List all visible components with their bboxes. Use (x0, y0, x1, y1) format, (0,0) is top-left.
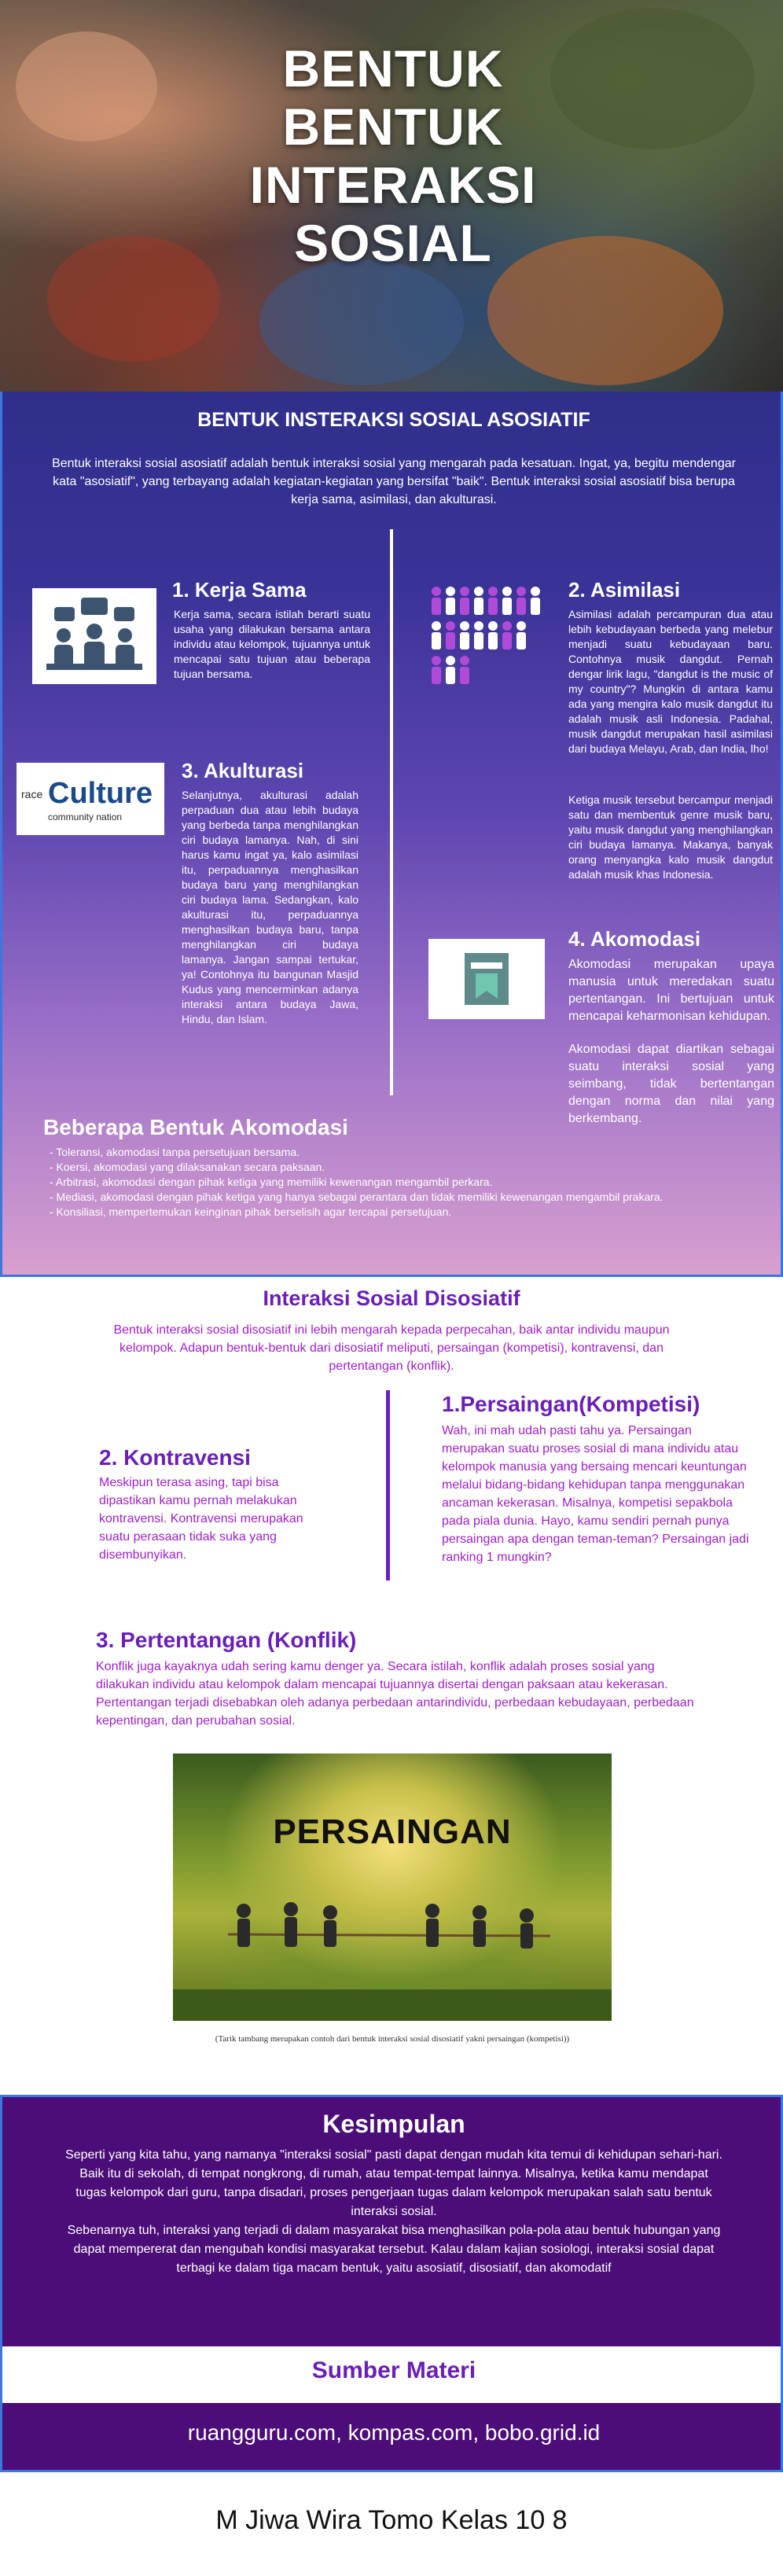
asimilasi-text-2: Ketiga musik tersebut bercampur menjadi … (568, 793, 773, 881)
kesimpulan-paragraph: Sebenarnya tuh, interaksi yang terjadi d… (67, 2224, 721, 2275)
culture-word-cloud: race Culture community nation (17, 763, 164, 835)
hero-title-line: BENTUK (282, 98, 504, 156)
hero-banner: BENTUK BENTUK INTERAKSI SOSIAL (0, 0, 783, 392)
photo-caption: (Tarik tambang merupakan contoh dari ben… (215, 2034, 570, 2044)
akomodasi-text: Akomodasi merupakan upaya manusia untuk … (568, 958, 774, 1023)
section-divider (386, 1390, 390, 1581)
asimilasi-title: 2. Asimilasi (568, 578, 681, 602)
list-item: - Koersi, akomodasi yang dilaksanakan se… (50, 1161, 325, 1173)
word-cloud-main: Culture (48, 777, 153, 810)
disosiatif-intro: Bentuk interaksi sosial disosiatif ini l… (113, 1323, 670, 1373)
akulturasi-title: 3. Akulturasi (182, 759, 304, 782)
akomodasi-title: 4. Akomodasi (568, 927, 701, 951)
kerja-sama-text: Kerja sama, secara istilah berarti suatu… (174, 608, 370, 680)
asosiatif-section: BENTUK INSTERAKSI SOSIAL ASOSIATIF Bentu… (0, 392, 783, 1277)
sumber-list: ruangguru.com, kompas.com, bobo.grid.id (0, 2403, 783, 2472)
persaingan-text: Wah, ini mah udah pasti tahu ya. Persain… (442, 1424, 749, 1564)
sumber-header: Sumber Materi (0, 2346, 783, 2403)
bookmark-icon (428, 939, 545, 1019)
hero-photo-shape (47, 236, 220, 362)
hero-title: BENTUK BENTUK INTERAKSI SOSIAL (220, 39, 566, 272)
sumber-title: Sumber Materi (311, 2357, 476, 2383)
disosiatif-title: Interaksi Sosial Disosiatif (263, 1286, 520, 1310)
list-item: - Mediasi, akomodasi dengan pihak ketiga… (50, 1190, 664, 1203)
hero-title-line: SOSIAL (294, 214, 492, 272)
list-item: - Arbitrasi, akomodasi dengan pihak keti… (50, 1176, 493, 1188)
akomodasi-image (428, 939, 545, 1019)
list-item: - Konsiliasi, mempertemukan keinginan pi… (50, 1205, 452, 1218)
author-credit: M Jiwa Wira Tomo Kelas 10 8 (215, 2505, 568, 2535)
sumber-sources: ruangguru.com, kompas.com, bobo.grid.id (187, 2420, 601, 2445)
hero-photo-shape (550, 8, 755, 149)
tug-of-war-photo: PERSAINGAN (173, 1754, 612, 2021)
kerja-sama-image (32, 588, 156, 684)
kesimpulan-section: Kesimpulan Seperti yang kita tahu, yang … (0, 2095, 783, 2346)
asosiatif-intro: Bentuk interaksi sosial asosiatif adalah… (52, 457, 736, 506)
people-group-icon (432, 587, 540, 684)
pertentangan-text: Konflik juga kayaknya udah sering kamu d… (96, 1660, 694, 1728)
kesimpulan-text: Seperti yang kita tahu, yang namanya "in… (65, 2146, 722, 2278)
hero-photo-shape (259, 259, 464, 385)
section-divider (390, 529, 393, 1095)
bentuk-akomodasi-list: - Toleransi, akomodasi tanpa persetujuan… (50, 1145, 694, 1220)
hero-photo-shape (16, 31, 157, 142)
bentuk-akomodasi-title: Beberapa Bentuk Akomodasi (43, 1115, 348, 1139)
akomodasi-text-2: Akomodasi dapat diartikan sebagai suatu … (568, 1043, 774, 1125)
kontravensi-title: 2. Kontravensi (99, 1445, 251, 1470)
kesimpulan-paragraph: Seperti yang kita tahu, yang namanya "in… (65, 2148, 722, 2218)
akulturasi-text: Selanjutnya, akulturasi adalah perpaduan… (182, 789, 358, 1025)
kesimpulan-title: Kesimpulan (322, 2110, 465, 2138)
asosiatif-title: BENTUK INSTERAKSI SOSIAL ASOSIATIF (197, 409, 590, 431)
kerja-sama-title: 1. Kerja Sama (172, 578, 307, 602)
pertentangan-title: 3. Pertentangan (Konflik) (96, 1628, 357, 1652)
asimilasi-text: Asimilasi adalah percampuran dua atau le… (568, 608, 773, 755)
photo-label: PERSAINGAN (273, 1812, 512, 1851)
word-cloud-small: race (21, 788, 43, 800)
kontravensi-text: Meskipun terasa asing, tapi bisa dipasti… (99, 1476, 303, 1562)
hero-title-line: BENTUK (282, 39, 504, 98)
word-cloud-small: community nation (48, 811, 123, 822)
meeting-icon (32, 588, 156, 684)
list-item: - Toleransi, akomodasi tanpa persetujuan… (50, 1146, 300, 1158)
persaingan-title: 1.Persaingan(Kompetisi) (442, 1392, 700, 1416)
children-tug-of-war-illustration (173, 1902, 612, 2021)
hero-title-line: INTERAKSI (249, 156, 537, 214)
